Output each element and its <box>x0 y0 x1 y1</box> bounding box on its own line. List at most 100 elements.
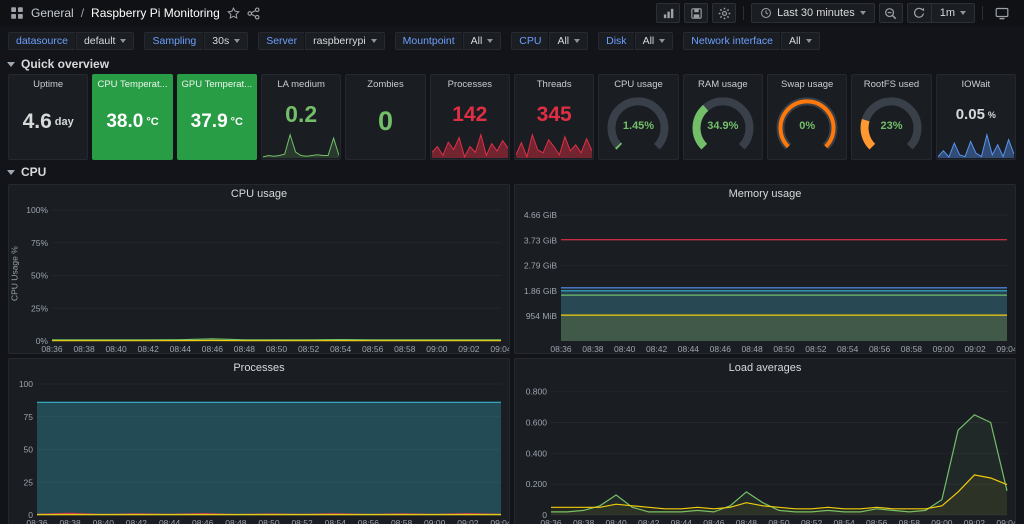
svg-text:08:54: 08:54 <box>833 518 855 524</box>
settings-button[interactable] <box>712 3 736 23</box>
svg-text:08:50: 08:50 <box>258 518 280 524</box>
row-title: Quick overview <box>21 57 109 71</box>
svg-text:08:36: 08:36 <box>26 518 48 524</box>
toolbar-divider <box>982 6 983 20</box>
svg-text:09:00: 09:00 <box>931 518 953 524</box>
stat-title[interactable]: CPU usage <box>599 75 677 90</box>
variable-value-mountpoint[interactable]: All <box>463 32 502 50</box>
breadcrumb-separator: / <box>81 6 84 20</box>
stat-title[interactable]: GPU Temperat... <box>178 75 256 90</box>
svg-text:09:02: 09:02 <box>457 518 479 524</box>
tv-mode-button[interactable] <box>990 3 1014 23</box>
variable-network-interface: Network interfaceAll <box>683 32 819 50</box>
stat-panel-threads: Threads345 <box>514 74 594 160</box>
time-range-picker[interactable]: Last 30 minutes <box>751 3 875 23</box>
stat-panel-uptime: Uptime4.6day <box>8 74 88 160</box>
svg-text:0.200: 0.200 <box>526 479 548 489</box>
add-panel-button[interactable] <box>656 3 680 23</box>
variable-label-datasource: datasource <box>8 32 75 50</box>
svg-text:09:02: 09:02 <box>458 344 480 354</box>
svg-text:08:38: 08:38 <box>59 518 81 524</box>
panel-title[interactable]: Load averages <box>515 359 1015 378</box>
variable-value-cpu[interactable]: All <box>549 32 588 50</box>
row-header-quick-overview[interactable]: Quick overview <box>0 54 1024 74</box>
stat-title[interactable]: LA medium <box>262 75 340 90</box>
stat-title[interactable]: RAM usage <box>684 75 762 90</box>
svg-text:08:48: 08:48 <box>234 344 256 354</box>
chevron-down-icon <box>487 39 493 43</box>
stat-title[interactable]: IOWait <box>937 75 1015 90</box>
stat-title[interactable]: Swap usage <box>768 75 846 90</box>
svg-text:08:40: 08:40 <box>93 518 115 524</box>
row-header-cpu[interactable]: CPU <box>0 162 1024 182</box>
svg-text:0.800: 0.800 <box>526 387 548 397</box>
gauge: 34.9% <box>684 90 762 159</box>
variable-value-network-interface[interactable]: All <box>781 32 820 50</box>
svg-text:08:46: 08:46 <box>202 344 224 354</box>
save-dashboard-button[interactable] <box>684 3 708 23</box>
refresh-interval-dropdown[interactable]: 1m <box>931 3 975 23</box>
svg-text:08:40: 08:40 <box>105 344 127 354</box>
dashboard-grid-icon[interactable] <box>10 6 24 20</box>
panel-title[interactable]: CPU usage <box>9 185 509 204</box>
variable-label-disk: Disk <box>598 32 633 50</box>
panel-title[interactable]: Memory usage <box>515 185 1015 204</box>
svg-text:08:36: 08:36 <box>540 518 562 524</box>
zoom-out-button[interactable] <box>879 3 903 23</box>
svg-text:08:36: 08:36 <box>41 344 63 354</box>
stat-title[interactable]: RootFS used <box>852 75 930 90</box>
chart-canvas[interactable]: 954 MiB1.86 GiB2.79 GiB3.73 GiB4.66 GiB0… <box>515 204 1015 354</box>
stat-panel-processes: Processes142 <box>430 74 510 160</box>
variable-mountpoint: MountpointAll <box>395 32 502 50</box>
chart-canvas[interactable]: 0%25%50%75%100%08:3608:3808:4008:4208:44… <box>20 204 509 354</box>
panel-title[interactable]: Processes <box>9 359 509 378</box>
variable-value-disk[interactable]: All <box>635 32 674 50</box>
svg-text:08:50: 08:50 <box>266 344 288 354</box>
refresh-icon <box>913 7 925 19</box>
svg-text:09:04: 09:04 <box>996 344 1015 354</box>
svg-text:09:02: 09:02 <box>964 518 986 524</box>
star-icon[interactable] <box>227 7 240 20</box>
svg-text:2.79 GiB: 2.79 GiB <box>524 261 557 271</box>
breadcrumb-section[interactable]: General <box>31 6 74 20</box>
svg-text:08:42: 08:42 <box>646 344 668 354</box>
svg-text:08:44: 08:44 <box>678 344 700 354</box>
svg-text:08:40: 08:40 <box>614 344 636 354</box>
svg-text:25%: 25% <box>31 303 48 313</box>
stat-panel-zombies: Zombies0 <box>345 74 425 160</box>
stat-panel-ram-usage: RAM usage34.9% <box>683 74 763 160</box>
stat-title[interactable]: Processes <box>431 75 509 90</box>
svg-text:08:52: 08:52 <box>298 344 320 354</box>
variable-value-datasource[interactable]: default <box>76 32 135 50</box>
variable-value-server[interactable]: raspberrypi <box>305 32 385 50</box>
chart-canvas[interactable]: 025507510008:3608:3808:4008:4208:4408:46… <box>9 378 509 524</box>
svg-text:08:52: 08:52 <box>291 518 313 524</box>
variable-value-sampling[interactable]: 30s <box>204 32 248 50</box>
y-axis-title: CPU Usage % <box>9 204 20 354</box>
stat-title[interactable]: Uptime <box>9 75 87 90</box>
svg-text:08:44: 08:44 <box>159 518 181 524</box>
svg-text:08:56: 08:56 <box>358 518 380 524</box>
refresh-group: 1m <box>907 3 975 23</box>
svg-text:08:46: 08:46 <box>710 344 732 354</box>
stat-title[interactable]: CPU Temperat... <box>93 75 171 90</box>
stat-title[interactable]: Zombies <box>346 75 424 90</box>
monitor-icon <box>995 6 1009 20</box>
svg-text:09:04: 09:04 <box>490 518 509 524</box>
svg-text:100%: 100% <box>26 205 48 215</box>
svg-text:75%: 75% <box>31 238 48 248</box>
gauge: 0% <box>768 90 846 159</box>
chart-canvas[interactable]: 00.2000.4000.6000.80008:3608:3808:4008:4… <box>515 378 1015 524</box>
svg-text:08:56: 08:56 <box>866 518 888 524</box>
svg-text:4.66 GiB: 4.66 GiB <box>524 210 557 220</box>
row-title: CPU <box>21 165 46 179</box>
svg-text:08:58: 08:58 <box>391 518 413 524</box>
refresh-button[interactable] <box>907 3 931 23</box>
svg-text:09:04: 09:04 <box>490 344 509 354</box>
variable-datasource: datasourcedefault <box>8 32 134 50</box>
share-icon[interactable] <box>247 7 260 20</box>
svg-text:50: 50 <box>24 445 34 455</box>
chevron-down-icon <box>806 39 812 43</box>
svg-text:08:58: 08:58 <box>901 344 923 354</box>
stat-title[interactable]: Threads <box>515 75 593 90</box>
